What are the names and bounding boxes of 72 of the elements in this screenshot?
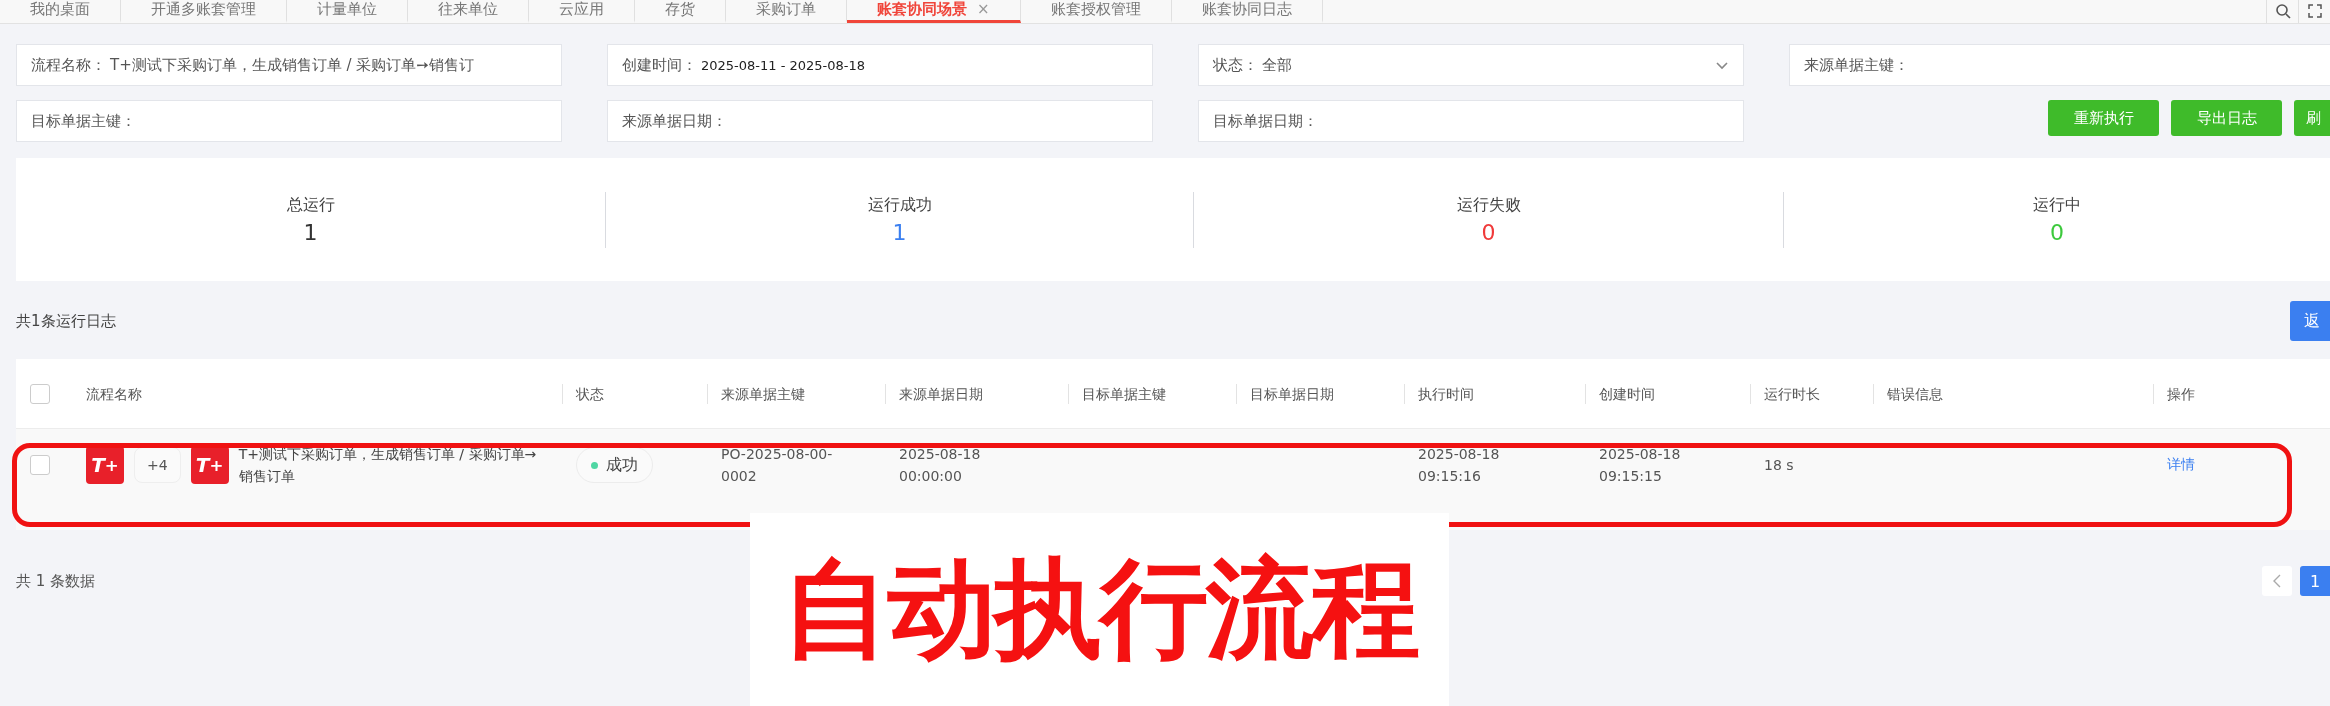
action-button[interactable]: 导出日志 [2171,100,2282,136]
tab[interactable]: 开通多账套管理 [121,0,287,23]
log-summary: 共1条运行日志 [16,311,116,331]
tab[interactable]: 账套协同场景 × [847,0,1021,23]
stat-label: 运行成功 [867,194,932,216]
stat-value: 0 [2050,219,2064,245]
table-cell-text: PO-2025-08-00-0002 [721,445,834,487]
field-label: 流程名称： [31,55,106,75]
table-cell-text: 2025-08-18 00:00:00 [899,445,982,487]
filter-field[interactable]: 目标单据主键： [16,100,562,142]
field-label: 创建时间： [622,55,697,75]
column-header: 状态 [576,385,604,402]
column-header: 目标单据主键 [1082,385,1166,402]
table-cell-text: 2025-08-18 09:15:16 [1418,445,1501,487]
select-all-checkbox[interactable] [30,383,50,404]
date-range-field[interactable]: 来源单据日期： [607,100,1153,142]
fullscreen-icon[interactable] [2307,4,2322,18]
page-button[interactable]: 1 [2300,566,2330,596]
field-label: 目标单据主键： [31,111,136,131]
status-badge: 成功 [576,447,653,484]
date-range-field[interactable]: 创建时间： 2025-08-11 - 2025-08-18 [607,44,1153,86]
table-cell-text: 2025-08-18 09:15:15 [1599,445,1682,487]
stat-value: 1 [303,219,318,245]
field-label: 来源单据日期： [622,111,727,131]
filter-field[interactable]: 流程名称： T+测试下采购订单，生成销售订单 / 采购订单➙销售订 [16,44,562,86]
stat-value: 1 [892,219,907,245]
date-range-field[interactable]: 目标单据日期： [1198,100,1744,142]
tab[interactable]: 往来单位 [408,0,529,23]
tab[interactable]: 计量单位 [287,0,408,23]
field-value: 2025-08-11 - 2025-08-18 [701,57,866,73]
close-icon[interactable]: × [977,0,990,20]
field-value: T+测试下采购订单，生成销售订单 / 采购订单➙销售订 [110,55,474,75]
filter-field[interactable]: 来源单据主键： [1789,44,2330,86]
field-label: 来源单据主键： [1804,55,1909,75]
tab[interactable]: 存货 [635,0,726,23]
stat-label: 运行失败 [1456,194,1521,216]
column-header: 执行时间 [1418,385,1474,402]
stat-label: 运行中 [2033,194,2081,216]
table-cell-text: 18 s [1764,456,1795,476]
field-label: 目标单据日期： [1213,111,1318,131]
chevron-down-icon [1715,60,1729,70]
side-button[interactable]: 返 [2290,301,2330,341]
action-button[interactable]: 重新执行 [2048,100,2159,136]
column-header: 来源单据日期 [899,385,983,402]
stat-label: 总运行 [286,194,335,216]
column-header: 操作 [2167,385,2195,402]
field-label: 状态： [1213,55,1258,75]
column-header: 创建时间 [1599,385,1655,402]
status-select[interactable]: 状态： 全部 [1198,44,1744,86]
previous-page-button[interactable] [2262,566,2292,596]
field-value: 全部 [1262,55,1292,75]
status-dot [591,461,598,469]
chevron-left-icon [2272,574,2282,588]
overlay-caption: 自动执行流程 [781,544,1418,673]
details-link[interactable]: 详情 [2167,456,2195,475]
tab[interactable]: 云应用 [529,0,635,23]
total-count: 共 1 条数据 [16,571,96,591]
column-header: 来源单据主键 [721,385,805,402]
action-button[interactable]: 刷 [2294,100,2330,136]
flow-name: T+测试下采购订单，生成销售订单 / 采购订单→销售订单 [238,445,538,487]
search-icon[interactable] [2274,3,2291,19]
column-header: 目标单据日期 [1250,385,1334,402]
stat-value: 0 [1481,219,1496,245]
column-header: 错误信息 [1887,385,1943,402]
tab[interactable]: 账套协同日志 [1171,0,1323,23]
row-checkbox[interactable] [30,455,50,476]
column-header: 运行时长 [1764,385,1820,402]
tab[interactable]: 账套授权管理 [1020,0,1172,23]
tab[interactable]: 采购订单 [726,0,847,23]
tab[interactable]: 我的桌面 [0,0,121,23]
column-header: 流程名称 [86,385,142,402]
more-apps-badge[interactable]: +4 [134,447,181,484]
